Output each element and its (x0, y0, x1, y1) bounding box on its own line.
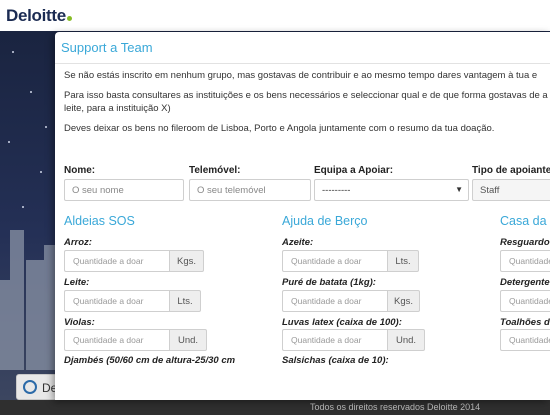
intro-paragraph-3: Deves deixar os bens no fileroom de Lisb… (64, 123, 495, 134)
quantity-input-leite[interactable]: Quantidade a doar (64, 290, 169, 312)
unit-addon-pure-de-batata: Kgs. (387, 290, 420, 312)
phone-input[interactable]: O seu telemóvel (189, 179, 311, 201)
top-bar: Deloitte (0, 0, 550, 31)
team-select-value: --------- (322, 185, 351, 196)
quantity-input-toalhoes[interactable]: Quantidade (500, 329, 550, 351)
intro-paragraph-1: Se não estás inscrito em nenhum grupo, m… (64, 70, 538, 81)
quantity-input-pure-de-batata[interactable]: Quantidade a doar (282, 290, 387, 312)
modal-divider (55, 63, 550, 64)
item-label-violas: Violas: (64, 317, 95, 328)
quantity-input-violas[interactable]: Quantidade a doar (64, 329, 169, 351)
unit-addon-azeite: Lts. (387, 250, 419, 272)
quantity-input-azeite[interactable]: Quantidade a doar (282, 250, 387, 272)
logo-text: Deloitte (6, 6, 66, 25)
quantity-input-luvas-latex[interactable]: Quantidade a doar (282, 329, 387, 351)
unit-addon-arroz: Kgs. (169, 250, 204, 272)
item-label-resguardo: Resguardo (500, 237, 550, 248)
name-input[interactable]: O seu nome (64, 179, 184, 201)
section-title-ajuda-de-berco: Ajuda de Berço (282, 214, 368, 228)
background-pill-button[interactable]: De (16, 374, 60, 400)
supporter-type-select[interactable]: Staff (472, 179, 550, 201)
logo-dot-icon (66, 16, 72, 21)
item-label-toalhoes: Toalhões d (500, 317, 550, 328)
intro-paragraph-2: Para isso basta consultares as instituiç… (64, 90, 548, 101)
unit-addon-leite: Lts. (169, 290, 201, 312)
dropdown-arrow-icon: ▼ (455, 185, 463, 194)
footer-copyright: Todos os direitos reservados Deloitte 20… (310, 402, 481, 412)
item-label-salsichas: Salsichas (caixa de 10): (282, 355, 389, 366)
support-team-modal: Support a Team Se não estás inscrito em … (55, 32, 550, 400)
item-label-luvas-latex: Luvas latex (caixa de 100): (282, 317, 402, 328)
phone-label: Telemóvel: (189, 165, 241, 176)
quantity-input-detergente[interactable]: Quantidade (500, 290, 550, 312)
team-select[interactable]: --------- ▼ (314, 179, 469, 201)
globe-icon (23, 380, 37, 394)
supporter-type-label: Tipo de apoiante (472, 165, 550, 176)
footer: Todos os direitos reservados Deloitte 20… (0, 400, 550, 415)
quantity-input-resguardo[interactable]: Quantidade (500, 250, 550, 272)
unit-addon-violas: Und. (169, 329, 207, 351)
name-label: Nome: (64, 165, 96, 176)
item-label-djambes: Djambés (50/60 cm de altura-25/30 cm (64, 355, 236, 366)
section-title-casa-da: Casa da B (500, 214, 550, 228)
item-label-azeite: Azeite: (282, 237, 314, 248)
intro-paragraph-2-cont: leite, para a instituição X) (64, 103, 171, 114)
quantity-input-arroz[interactable]: Quantidade a doar (64, 250, 169, 272)
deloitte-logo[interactable]: Deloitte (6, 6, 72, 26)
item-label-arroz: Arroz: (64, 237, 92, 248)
section-title-aldeias-sos: Aldeias SOS (64, 214, 135, 228)
team-label: Equipa a Apoiar: (314, 165, 394, 176)
unit-addon-luvas-latex: Und. (387, 329, 425, 351)
item-label-pure-de-batata: Puré de batata (1kg): (282, 277, 376, 288)
item-label-leite: Leite: (64, 277, 90, 288)
item-label-detergente: Detergente (500, 277, 550, 288)
modal-title: Support a Team (61, 40, 153, 55)
